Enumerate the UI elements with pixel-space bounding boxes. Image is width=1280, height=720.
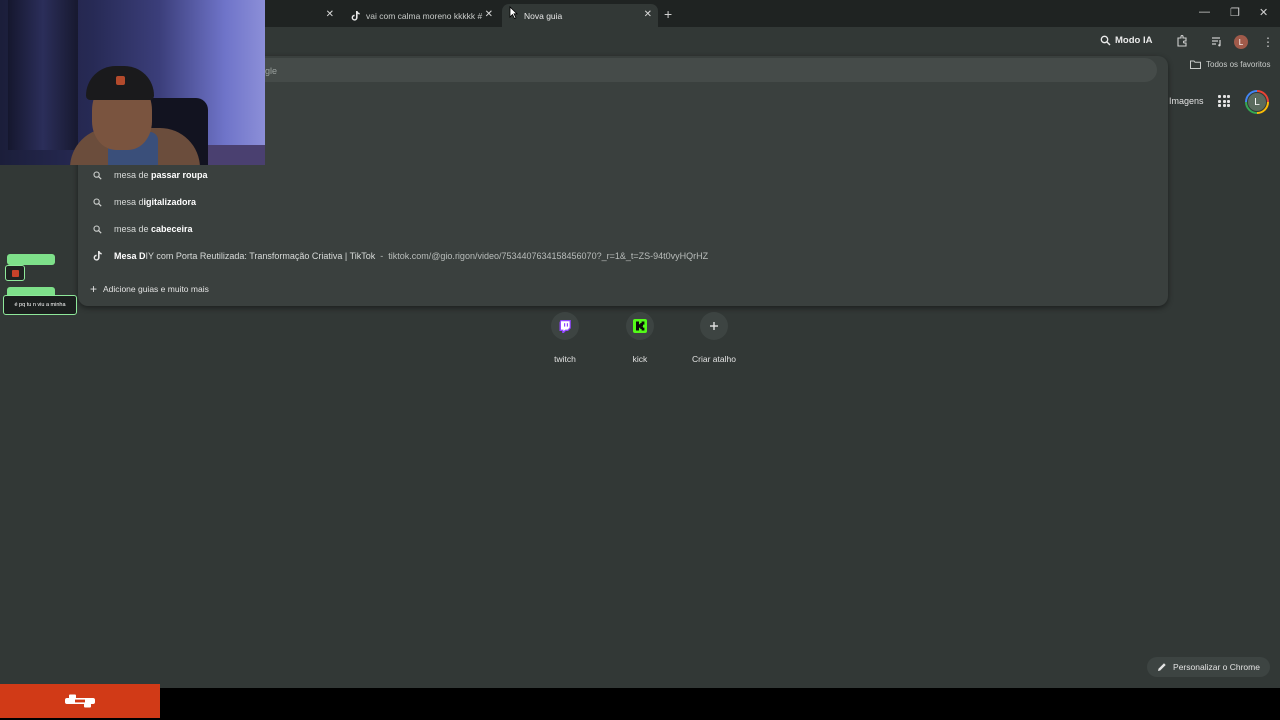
tab-tiktok[interactable]: vai com calma moreno kkkkk # ✕ <box>343 4 499 27</box>
tab-title: Nova guia <box>524 10 563 21</box>
account-avatar[interactable]: L <box>1245 90 1269 114</box>
suggestion-prefix: mesa d <box>114 224 144 234</box>
search-icon <box>92 197 102 207</box>
history-title: IY com Porta Reutilizada: Transformação … <box>145 251 376 261</box>
new-tab-icon[interactable]: + <box>664 6 672 22</box>
shortcut-kick[interactable]: kick <box>605 312 675 364</box>
bottom-bar <box>0 688 1280 720</box>
shortcut-twitch[interactable]: twitch <box>530 312 600 364</box>
shortcut-label: Criar atalho <box>692 354 736 364</box>
add-tabs-button[interactable]: + Adicione guias e muito mais <box>90 282 209 296</box>
suggestion-completion: igitalizadora <box>143 197 197 207</box>
more-menu-icon[interactable]: ⋮ <box>1262 35 1274 49</box>
chat-chip <box>7 254 55 265</box>
all-favorites-label: Todos os favoritos <box>1206 60 1271 69</box>
close-tab-icon[interactable]: ✕ <box>326 9 334 20</box>
search-icon <box>92 170 102 180</box>
google-apps-icon[interactable] <box>1218 95 1230 107</box>
customize-label: Personalizar o Chrome <box>1173 662 1260 672</box>
overlay-badge <box>5 265 25 281</box>
images-link[interactable]: Imagens <box>1169 96 1204 106</box>
media-controls-icon[interactable] <box>1211 35 1223 47</box>
history-separator: - <box>380 251 384 261</box>
modo-ia-label: Modo IA <box>1115 35 1153 46</box>
mouse-cursor-icon <box>509 6 518 19</box>
history-suggestion[interactable]: Mesa D IY com Porta Reutilizada: Transfor… <box>92 251 708 261</box>
modo-ia-button[interactable]: Modo IA <box>1100 35 1152 46</box>
shortcut-label: kick <box>632 354 648 364</box>
chat-message: é pq tu n viu a minha <box>3 295 77 315</box>
stream-logo-icon <box>65 694 95 708</box>
kick-icon <box>626 312 654 340</box>
shortcut-create[interactable]: Criar atalho <box>679 312 749 364</box>
close-tab-icon[interactable]: ✕ <box>485 9 493 20</box>
close-window-icon[interactable]: ✕ <box>1259 6 1268 19</box>
profile-avatar[interactable]: L <box>1234 35 1248 49</box>
pencil-icon <box>1158 663 1166 671</box>
omnibox-placeholder: gle <box>265 66 278 76</box>
tab-nova-guia[interactable]: Nova guia ✕ <box>502 4 658 27</box>
search-spark-icon <box>1100 35 1111 46</box>
plus-icon: + <box>90 282 98 296</box>
suggestion-completion: cabeceira <box>151 224 193 234</box>
account-letter: L <box>1247 92 1267 112</box>
minimize-icon[interactable]: — <box>1199 6 1210 18</box>
add-tabs-label: Adicione guias e muito mais <box>103 284 209 294</box>
suggestion-mid: e <box>143 224 152 234</box>
search-icon <box>92 224 102 234</box>
tab-1[interactable]: ✕ <box>265 4 340 27</box>
all-favorites-button[interactable]: Todos os favoritos <box>1190 60 1270 69</box>
twitch-icon <box>551 312 579 340</box>
suggestion-mid: e <box>143 170 152 180</box>
suggestion-prefix: mesa d <box>114 197 144 207</box>
customize-chrome-button[interactable]: Personalizar o Chrome <box>1147 657 1270 677</box>
tiktok-icon <box>350 10 360 21</box>
suggestion-prefix: mesa d <box>114 170 144 180</box>
shortcut-label: twitch <box>554 354 576 364</box>
tiktok-icon <box>92 251 102 261</box>
close-tab-icon[interactable]: ✕ <box>644 9 652 20</box>
suggestion-item[interactable]: mesa d igitalizadora <box>92 197 196 207</box>
extensions-icon[interactable] <box>1176 35 1188 47</box>
suggestion-item[interactable]: mesa de passar roupa <box>92 170 208 180</box>
suggestion-item[interactable]: mesa de cabeceira <box>92 224 193 234</box>
tab-title: vai com calma moreno kkkkk # <box>366 10 483 21</box>
overlay-red-button <box>0 684 160 718</box>
plus-icon <box>700 312 728 340</box>
history-url: tiktok.com/@gio.rigon/video/753440763415… <box>388 251 709 261</box>
restore-icon[interactable]: ❐ <box>1230 6 1240 19</box>
folder-icon <box>1190 60 1201 69</box>
suggestion-completion: passar roupa <box>151 170 208 180</box>
webcam-overlay <box>0 0 265 165</box>
history-title-bold: Mesa D <box>114 251 146 261</box>
